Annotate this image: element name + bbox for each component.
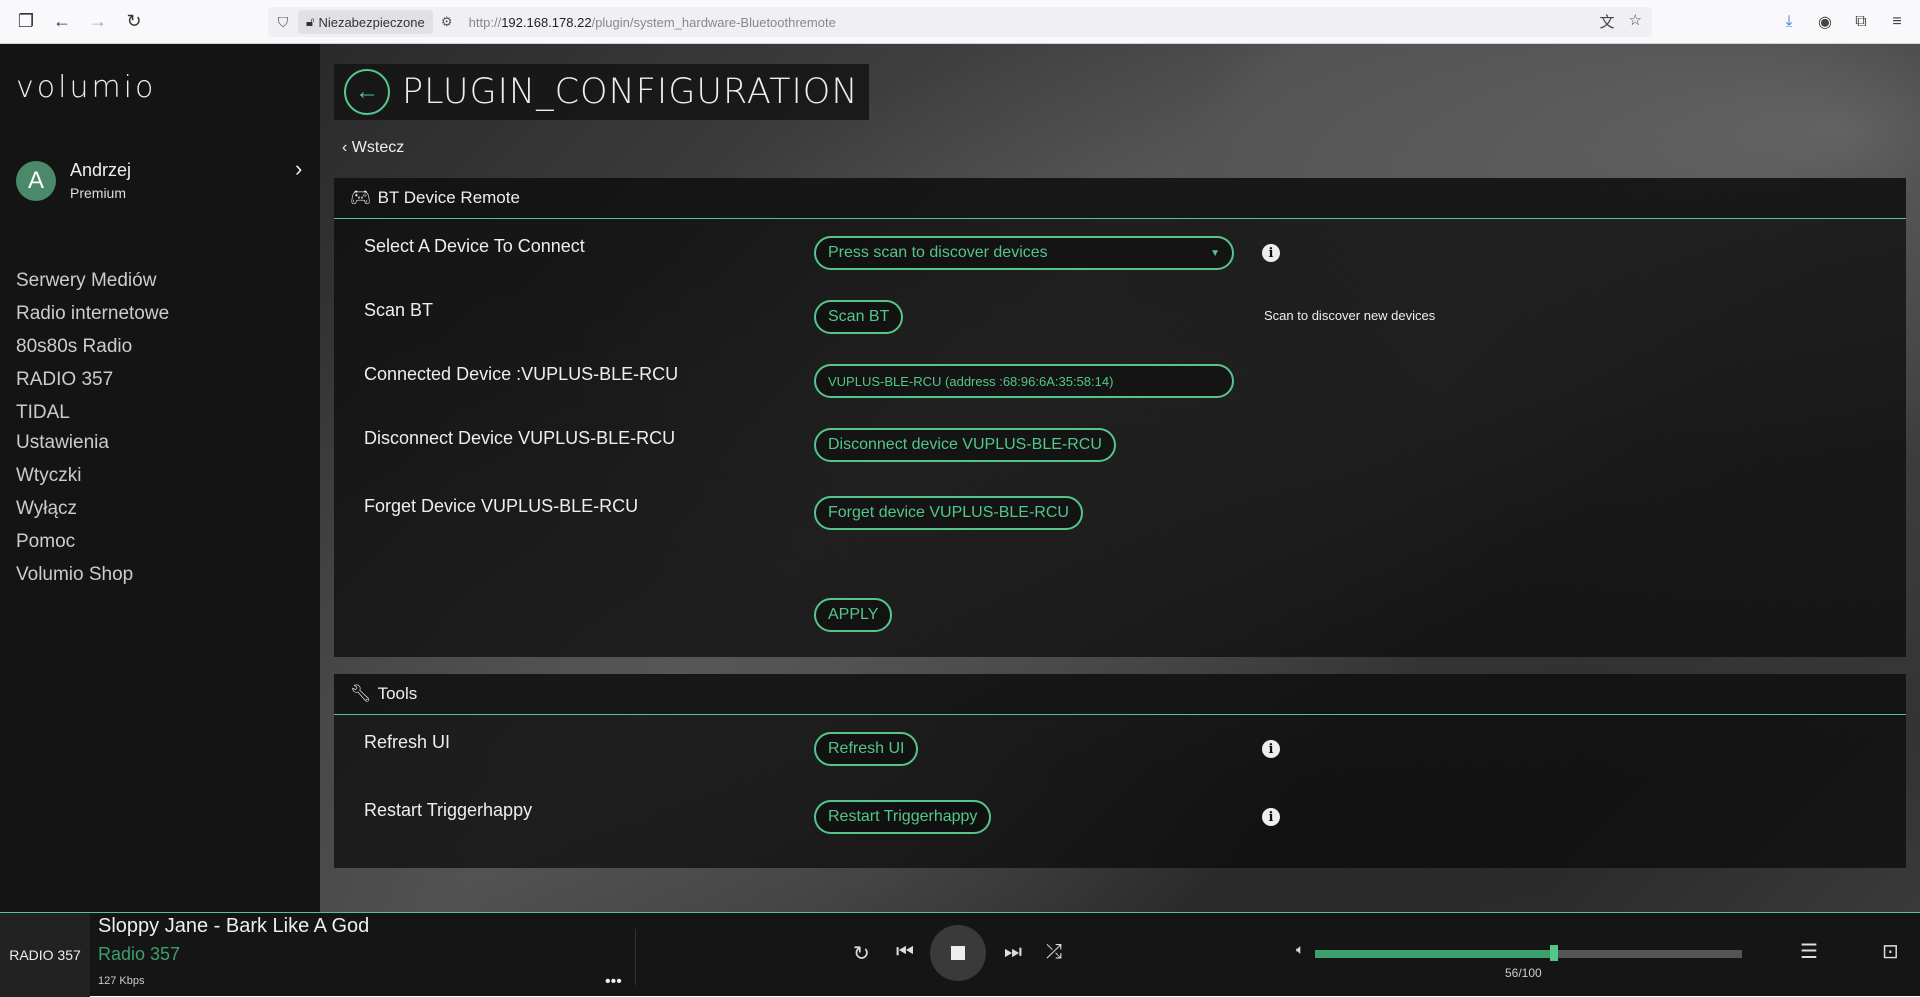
artist-name[interactable]: Radio 357	[98, 944, 369, 965]
info-icon[interactable]: i	[1262, 808, 1280, 826]
sidebar-item-settings[interactable]: Ustawienia	[16, 426, 133, 459]
chevron-left-icon: ‹	[342, 139, 352, 156]
scan-bt-button[interactable]: Scan BT	[814, 300, 904, 334]
forget-device-button[interactable]: Forget device VUPLUS-BLE-RCU	[814, 496, 1083, 530]
stop-button[interactable]	[930, 925, 986, 981]
user-name: Andrzej	[70, 160, 132, 180]
disconnect-device-label: Disconnect Device VUPLUS-BLE-RCU	[364, 428, 676, 448]
sidebar-item-radio-357[interactable]: RADIO 357	[16, 363, 169, 396]
sidebar: volumio A Andrzej Premium › Serwery Medi…	[0, 44, 320, 912]
back-arrow-icon[interactable]: ←	[344, 69, 390, 115]
section-title: Tools	[377, 684, 418, 703]
repeat-icon[interactable]: ↻	[853, 941, 870, 966]
extensions-icon[interactable]: ⧉	[1846, 4, 1876, 40]
tools-section: 🔧︎ Tools Refresh UI Refresh UI i Restart…	[334, 674, 1906, 868]
restart-triggerhappy-label: Restart Triggerhappy	[364, 800, 533, 820]
lock-broken-icon: 🔓︎	[306, 14, 315, 29]
sidebar-item-80s80s-radio[interactable]: 80s80s Radio	[16, 330, 169, 363]
sidebar-item-web-radio[interactable]: Radio internetowe	[16, 297, 169, 330]
device-select[interactable]: Press scan to discover devices ▼	[814, 236, 1234, 270]
back-link[interactable]: ‹ Wstecz	[342, 139, 404, 157]
url-path: /plugin/system_hardware-Bluetoothremote	[591, 14, 836, 30]
avatar: A	[16, 160, 56, 201]
user-profile[interactable]: A Andrzej Premium	[16, 160, 131, 201]
permissions-icon[interactable]: ⚙	[433, 14, 461, 30]
shuffle-icon[interactable]: ⤮	[1046, 941, 1062, 964]
url-host: 192.168.178.22	[501, 14, 592, 30]
bitrate: 127 Kbps	[98, 975, 145, 987]
select-device-label: Select A Device To Connect	[364, 236, 585, 256]
download-icon[interactable]: ⤓	[1774, 4, 1804, 40]
chevron-right-icon[interactable]: ›	[295, 156, 302, 182]
volume-handle[interactable]	[1550, 945, 1559, 961]
volumio-app: volumio A Andrzej Premium › Serwery Medi…	[0, 44, 1920, 912]
bookmark-star-icon[interactable]: ☆	[1629, 11, 1642, 32]
volume-value: 56/100	[1505, 966, 1542, 980]
system-menu: Ustawienia Wtyczki Wyłącz Pomoc Volumio …	[16, 426, 133, 591]
reload-icon[interactable]: ↻	[116, 4, 152, 40]
connected-device-value: VUPLUS-BLE-RCU (address :68:96:6A:35:58:…	[828, 373, 1114, 389]
divider	[635, 929, 636, 985]
caret-down-icon: ▼	[1210, 247, 1220, 259]
sidebar-item-shutdown[interactable]: Wyłącz	[16, 492, 133, 525]
scan-bt-label: Scan BT	[364, 300, 434, 320]
speaker-icon[interactable]: ⊡	[1882, 939, 1899, 964]
tab-overview-icon[interactable]: ❐	[8, 4, 44, 40]
insecure-badge[interactable]: 🔓︎ Niezabezpieczone	[298, 10, 433, 34]
refresh-ui-label: Refresh UI	[364, 732, 451, 752]
bt-remote-section: 🎮︎ BT Device Remote Select A Device To C…	[334, 178, 1906, 657]
back-icon[interactable]: ←	[44, 4, 80, 40]
volume-fill	[1315, 950, 1555, 958]
translate-icon[interactable]: 文	[1600, 11, 1615, 32]
connected-device-field[interactable]: VUPLUS-BLE-RCU (address :68:96:6A:35:58:…	[814, 364, 1234, 398]
stop-icon	[951, 946, 965, 960]
back-label: Wstecz	[351, 139, 405, 156]
refresh-ui-button[interactable]: Refresh UI	[814, 732, 919, 766]
menu-icon[interactable]: ≡	[1882, 4, 1912, 40]
browser-toolbar: ❐ ← → ↻ ⛉ 🔓︎ Niezabezpieczone ⚙ http://19…	[0, 0, 1920, 44]
queue-icon[interactable]: ☰	[1800, 939, 1818, 964]
scan-hint: Scan to discover new devices	[1264, 308, 1436, 323]
disconnect-device-button[interactable]: Disconnect device VUPLUS-BLE-RCU	[814, 428, 1116, 462]
sidebar-item-tidal[interactable]: TIDAL	[16, 396, 169, 429]
info-icon[interactable]: i	[1262, 244, 1280, 262]
info-icon[interactable]: i	[1262, 740, 1280, 758]
restart-triggerhappy-button[interactable]: Restart Triggerhappy	[814, 800, 992, 834]
url-prefix: http://	[468, 14, 502, 30]
sidebar-item-media-servers[interactable]: Serwery Mediów	[16, 264, 169, 297]
song-title[interactable]: Sloppy Jane - Bark Like A God	[98, 915, 369, 938]
url-text[interactable]: http://192.168.178.22/plugin/system_hard…	[469, 15, 836, 30]
connected-device-label: Connected Device :VUPLUS-BLE-RCU	[364, 364, 679, 384]
device-select-value: Press scan to discover devices	[828, 244, 1048, 261]
volumio-logo[interactable]: volumio	[16, 70, 156, 105]
wrench-icon: 🔧︎	[350, 684, 372, 703]
page-title: PLUGIN_CONFIGURATION	[402, 72, 859, 112]
forward-icon[interactable]: →	[80, 4, 116, 40]
user-tier: Premium	[70, 185, 127, 201]
shield-icon[interactable]: ⛉	[268, 14, 298, 31]
player-bar: RADIO 357 Sloppy Jane - Bark Like A God …	[0, 912, 1920, 997]
volume-slider[interactable]	[1315, 945, 1742, 961]
more-options-icon[interactable]: •••	[605, 973, 622, 991]
page-header: ← PLUGIN_CONFIGURATION	[334, 64, 869, 120]
track-info: Sloppy Jane - Bark Like A God Radio 357 …	[98, 913, 369, 987]
previous-icon[interactable]: ⏮	[896, 941, 914, 964]
next-icon[interactable]: ⏭	[1004, 941, 1022, 964]
sidebar-item-plugins[interactable]: Wtyczki	[16, 459, 133, 492]
section-header: 🔧︎ Tools	[334, 674, 1906, 715]
gamepad-icon: 🎮︎	[350, 188, 372, 207]
insecure-label: Niezabezpieczone	[318, 14, 425, 30]
section-header: 🎮︎ BT Device Remote	[334, 178, 1906, 219]
section-title: BT Device Remote	[377, 188, 520, 207]
station-logo[interactable]: RADIO 357	[0, 913, 90, 997]
sidebar-item-shop[interactable]: Volumio Shop	[16, 558, 133, 591]
address-bar[interactable]: ⛉ 🔓︎ Niezabezpieczone ⚙ http://192.168.17…	[268, 7, 1652, 37]
station-logo-text: RADIO 357	[9, 947, 81, 963]
apply-button[interactable]: APPLY	[814, 598, 893, 632]
volume-icon[interactable]: 🔈︎	[1296, 941, 1304, 958]
sources-menu: Serwery Mediów Radio internetowe 80s80s …	[16, 264, 169, 429]
account-icon[interactable]: ◉	[1810, 4, 1840, 40]
forget-device-label: Forget Device VUPLUS-BLE-RCU	[364, 496, 639, 516]
sidebar-item-help[interactable]: Pomoc	[16, 525, 133, 558]
